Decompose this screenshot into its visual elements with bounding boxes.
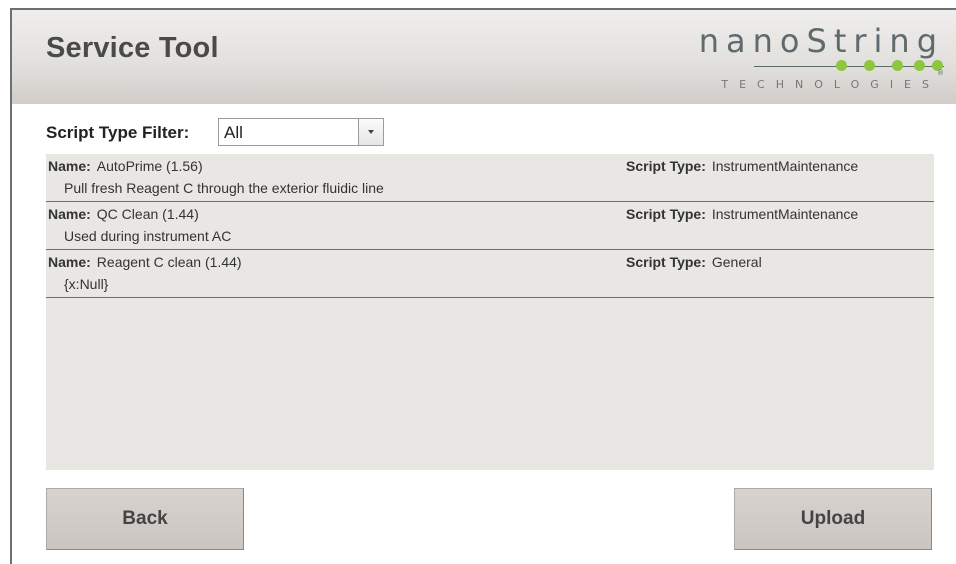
header: Service Tool nanoString ® TECHNOLOGIES (12, 10, 956, 104)
script-name: Name: AutoPrime (1.56) (48, 158, 203, 174)
name-label: Name: (48, 254, 91, 270)
page-title: Service Tool (46, 32, 219, 64)
script-description: {x:Null} (64, 276, 109, 292)
app-window: Service Tool nanoString ® TECHNOLOGIES S… (10, 8, 956, 564)
type-value: InstrumentMaintenance (711, 206, 859, 222)
script-name: Name: Reagent C clean (1.44) (48, 254, 242, 270)
name-label: Name: (48, 158, 91, 174)
type-label: Script Type: (626, 206, 706, 222)
logo-subtitle: TECHNOLOGIES (721, 78, 940, 91)
script-name: Name: QC Clean (1.44) (48, 206, 199, 222)
select-value: All (224, 123, 243, 142)
filter-label: Script Type Filter: (46, 123, 190, 142)
name-value: QC Clean (1.44) (96, 206, 199, 222)
type-label: Script Type: (626, 254, 706, 270)
script-list: Name: AutoPrime (1.56) Script Type: Instru… (46, 154, 934, 470)
script-type: Script Type: InstrumentMaintenance (626, 158, 858, 174)
name-value: Reagent C clean (1.44) (96, 254, 242, 270)
script-type: Script Type: InstrumentMaintenance (626, 206, 858, 222)
script-type-select[interactable]: All (218, 118, 384, 146)
registered-mark: ® (937, 69, 944, 77)
list-item[interactable]: Name: QC Clean (1.44) Script Type: Instrum… (46, 202, 934, 250)
script-type: Script Type: General (626, 254, 762, 270)
nanostring-logo: nanoString ® TECHNOLOGIES (684, 22, 944, 98)
type-label: Script Type: (626, 158, 706, 174)
type-value: InstrumentMaintenance (711, 158, 859, 174)
name-value: AutoPrime (1.56) (96, 158, 203, 174)
script-description: Used during instrument AC (64, 228, 232, 244)
upload-button[interactable]: Upload (734, 488, 932, 550)
logo-wordmark: nanoString (698, 22, 944, 60)
logo-dots-icon (836, 60, 944, 72)
back-button[interactable]: Back (46, 488, 244, 550)
list-item[interactable]: Name: Reagent C clean (1.44) Script Type:… (46, 250, 934, 298)
list-item[interactable]: Name: AutoPrime (1.56) Script Type: Instru… (46, 154, 934, 202)
script-description: Pull fresh Reagent C through the exterio… (64, 180, 384, 196)
chevron-down-icon[interactable] (358, 119, 383, 145)
type-value: General (711, 254, 762, 270)
name-label: Name: (48, 206, 91, 222)
